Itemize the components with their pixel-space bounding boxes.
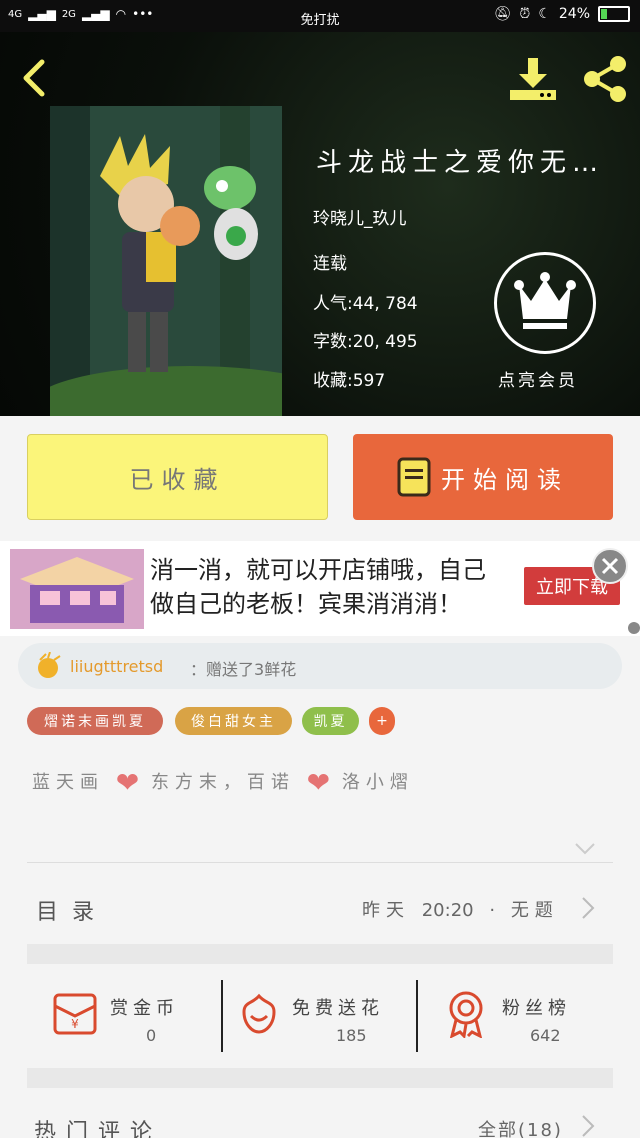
battery-percent: 24% bbox=[558, 6, 590, 22]
free-flowers-value: 185 bbox=[336, 1026, 367, 1045]
chevron-right-icon bbox=[582, 897, 595, 919]
reward-coins-value: 0 bbox=[146, 1026, 157, 1045]
section-divider bbox=[27, 1068, 613, 1088]
ad-game-illustration bbox=[10, 549, 144, 629]
all-comments-link[interactable]: 全部(18) bbox=[478, 1116, 563, 1138]
latest-chapter: 无题 bbox=[510, 900, 559, 921]
stats-row: ¥ 赏金币 0 免费送花 185 粉丝榜 642 bbox=[0, 970, 640, 1070]
add-tag-button[interactable]: + bbox=[369, 707, 395, 735]
back-arrow-icon[interactable] bbox=[20, 58, 48, 98]
section-divider bbox=[27, 944, 613, 964]
heart-icon: ❤ bbox=[115, 766, 140, 799]
gift-text: 赠送了3鲜花 bbox=[206, 660, 297, 679]
fans-ranking-value: 642 bbox=[530, 1026, 561, 1045]
cover-illustration bbox=[50, 106, 282, 416]
author-name[interactable]: 玲晓儿_玖儿 bbox=[313, 204, 407, 229]
tag-item[interactable]: 熠诺末画凯夏 bbox=[27, 707, 163, 735]
gift-username[interactable]: liiugtttretsd bbox=[70, 657, 163, 676]
alarm-icon: ⏰︎ bbox=[519, 6, 531, 22]
dot-separator: · bbox=[489, 900, 496, 921]
download-icon[interactable] bbox=[508, 56, 558, 102]
word-count: 字数:20, 495 bbox=[313, 327, 418, 352]
update-day: 昨天 bbox=[362, 900, 410, 921]
word-count-value: :20, 495 bbox=[347, 332, 418, 352]
fan-name: 蓝天画 bbox=[32, 772, 104, 793]
vip-label[interactable]: 点亮会员 bbox=[498, 366, 578, 391]
start-reading-label: 开始阅读 bbox=[441, 465, 569, 494]
book-title: 斗龙战士之爱你无… bbox=[316, 148, 605, 178]
book-header: 斗龙战士之爱你无… 玲晓儿_玖儿 连载 人气:44, 784 字数:20, 49… bbox=[0, 32, 640, 416]
fans-pairing: 蓝天画 ❤ 东方末，百诺 ❤ 洛小熠 bbox=[32, 766, 414, 799]
free-flowers-label: 免费送花 bbox=[292, 998, 384, 1019]
collected-label: 已收藏 bbox=[129, 465, 226, 494]
chevron-down-icon[interactable] bbox=[574, 842, 596, 856]
update-time: 20:20 bbox=[421, 900, 474, 921]
reward-coins-label: 赏金币 bbox=[110, 998, 179, 1019]
status-bar: 4G ▂▄▆ 2G ▂▄▆ ◠ ••• 免打扰 🔕︎ ⏰︎ ☾ 24% bbox=[0, 0, 640, 32]
chevron-right-icon bbox=[582, 1115, 595, 1137]
crown-icon bbox=[514, 272, 576, 329]
fan-name: 东方末，百诺 bbox=[150, 772, 295, 793]
ad-text[interactable]: 消一消，就可以开店铺哦，自己做自己的老板！宾果消消消！ bbox=[150, 553, 490, 621]
divider bbox=[416, 980, 418, 1052]
flower-icon bbox=[242, 993, 276, 1034]
free-flowers-button[interactable]: 免费送花 185 bbox=[230, 970, 410, 1060]
ad-info-icon[interactable] bbox=[628, 622, 640, 634]
gift-notice: liiugtttretsd ：赠送了3鲜花 bbox=[18, 643, 622, 689]
fans-ranking-button[interactable]: 粉丝榜 642 bbox=[430, 970, 620, 1060]
mute-bell-icon: 🔕︎ bbox=[493, 6, 512, 22]
share-icon[interactable] bbox=[580, 54, 630, 104]
book-cover-image[interactable] bbox=[50, 106, 282, 416]
ad-image[interactable] bbox=[10, 549, 144, 629]
megaphone-icon bbox=[38, 652, 61, 678]
favorites-value: :597 bbox=[347, 371, 386, 391]
red-envelope-icon: ¥ bbox=[53, 993, 97, 1035]
book-icon bbox=[397, 457, 431, 497]
gift-message: ：赠送了3鲜花 bbox=[190, 656, 296, 680]
battery-icon bbox=[598, 6, 630, 22]
serial-status: 连载 bbox=[313, 254, 347, 274]
popularity-value: :44, 784 bbox=[347, 294, 418, 314]
gift-separator: ： bbox=[190, 660, 207, 679]
svg-text:¥: ¥ bbox=[71, 1017, 79, 1031]
catalog-row[interactable]: 目录 昨天 20:20 · 无题 bbox=[0, 888, 640, 938]
tag-item[interactable]: 凯夏 bbox=[302, 707, 359, 735]
collected-button[interactable]: 已收藏 bbox=[27, 434, 328, 520]
divider bbox=[27, 862, 613, 863]
tag-item[interactable]: 俊白甜女主 bbox=[175, 707, 292, 735]
popularity-label: 人气 bbox=[313, 294, 347, 314]
word-count-label: 字数 bbox=[313, 332, 347, 352]
favorites-label: 收藏 bbox=[313, 371, 347, 391]
fan-name: 洛小熠 bbox=[341, 772, 414, 793]
novel-detail-page: 4G ▂▄▆ 2G ▂▄▆ ◠ ••• 免打扰 🔕︎ ⏰︎ ☾ 24% 斗龙战士… bbox=[0, 0, 640, 1138]
heart-icon: ❤ bbox=[306, 766, 331, 799]
popularity: 人气:44, 784 bbox=[313, 289, 418, 314]
favorites: 收藏:597 bbox=[313, 366, 385, 391]
reward-coins-button[interactable]: ¥ 赏金币 0 bbox=[40, 970, 210, 1060]
fans-ranking-label: 粉丝榜 bbox=[502, 998, 571, 1019]
start-reading-button[interactable]: 开始阅读 bbox=[353, 434, 613, 520]
hot-comments-label: 热门评论 bbox=[34, 1120, 163, 1138]
close-icon bbox=[601, 557, 619, 575]
vip-crown-button[interactable] bbox=[494, 252, 596, 354]
hot-comments-row[interactable]: 热门评论 全部(18) bbox=[0, 1098, 640, 1138]
ad-close-button[interactable] bbox=[592, 548, 628, 584]
action-buttons: 已收藏 开始阅读 bbox=[0, 434, 640, 522]
divider bbox=[221, 980, 223, 1052]
catalog-label: 目录 bbox=[36, 900, 109, 925]
catalog-update: 昨天 20:20 · 无题 bbox=[362, 896, 559, 922]
moon-icon: ☾ bbox=[538, 6, 551, 22]
ad-banner[interactable]: 消一消，就可以开店铺哦，自己做自己的老板！宾果消消消！ 立即下载 bbox=[0, 541, 640, 636]
medal-icon bbox=[449, 991, 483, 1038]
